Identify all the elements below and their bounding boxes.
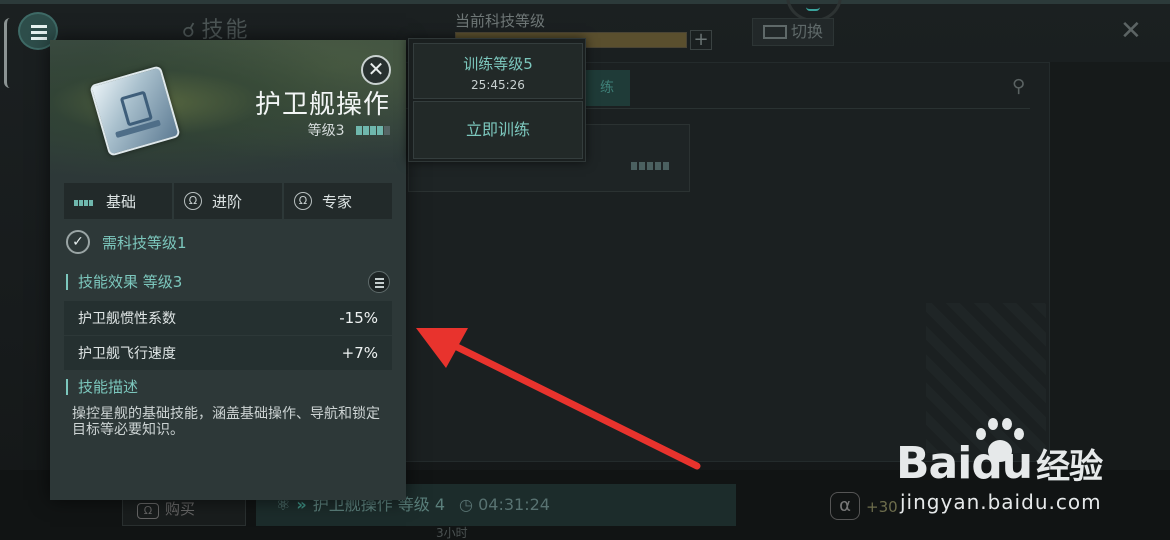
level-pip [377,126,383,135]
skill-tier-tabs: 基础 Ω 进阶 Ω 专家 [64,183,392,219]
requirement-text: 需科技等级1 [102,233,187,252]
queue-time-value: 04:31:24 [478,495,550,514]
level-pips-icon [74,192,94,210]
effect-value: -15% [339,309,378,327]
watermark-url: jingyan.baidu.com [900,490,1102,514]
top-border [0,0,1170,4]
effect-value: +7% [341,344,378,362]
queue-time: ◷ 04:31:24 [459,495,550,514]
tab-basic[interactable]: 基础 [64,183,172,219]
switch-view-label: 切换 [791,22,824,41]
level-pip [384,126,390,135]
search-icon[interactable]: ⚲ [1012,76,1025,97]
effects-title: 技能效果 等级3 [66,274,182,290]
train-now-button[interactable]: 立即训练 [413,101,583,159]
skill-description: 操控星舰的基础技能，涵盖基础操作、导航和锁定目标等必要知识。 [72,406,380,438]
left-edge-handle [4,18,12,88]
baidu-watermark: Baidu 经验 jingyan.baidu.com [896,416,1156,526]
skill-category-tab[interactable]: 练 [584,70,630,106]
effect-row: 护卫舰惯性系数 -15% [64,301,392,335]
skill-name: 护卫舰操作 [254,90,390,120]
effect-name: 护卫舰飞行速度 [78,346,176,362]
watermark-logo: Baidu 经验 [896,438,1103,489]
close-icon[interactable]: ✕ [1120,18,1142,44]
tab-expert-label: 专家 [322,192,353,211]
omega-icon: Ω [184,192,202,210]
tab-basic-label: 基础 [106,192,137,211]
level-pip [356,126,362,135]
logo-du: du [971,438,1033,489]
skill-tree-icon: ☌ [182,18,198,42]
switch-view-button[interactable]: 切换 [752,18,834,46]
buy-label: 购买 [165,500,196,518]
alpha-bonus: +30 [866,498,898,516]
train-level-label: 训练等级5 [463,55,533,73]
level-pip [363,126,369,135]
alpha-icon[interactable]: α [830,492,860,520]
logo-cn: 经验 [1036,447,1103,487]
tech-level-plus-button[interactable]: + [690,30,712,50]
list-icon[interactable] [368,271,390,293]
train-level-button[interactable]: 训练等级5 25:45:26 [413,43,583,99]
training-popup: 训练等级5 25:45:26 立即训练 [408,38,586,162]
tech-level-label: 当前科技等级 [455,12,546,30]
skill-detail-popup: ✕ 护卫舰操作 等级3 基础 Ω 进阶 Ω 专家 ✓ 需科技等级1 技能效果 等… [50,40,406,500]
level-pip [370,126,376,135]
effect-row: 护卫舰飞行速度 +7% [64,336,392,370]
grid-icon [763,25,787,39]
close-icon: ✕ [367,57,385,81]
skill-level-text: 等级3 [307,123,345,139]
queue-duration: 3小时 [436,526,468,540]
logo-text: Bai [896,438,972,489]
description-title: 技能描述 [66,379,138,395]
omega-icon: Ω [294,192,312,210]
effect-name: 护卫舰惯性系数 [78,311,176,327]
popup-close-button[interactable]: ✕ [361,55,391,85]
tab-expert[interactable]: Ω 专家 [284,183,392,219]
skill-level: 等级3 [308,120,390,140]
tab-advanced-label: 进阶 [212,192,243,211]
skill-card-level-pips [629,155,669,174]
skill-level-pips [355,123,390,139]
omega-icon: Ω [137,503,159,519]
right-strip [1050,62,1170,472]
requirement: ✓ 需科技等级1 [66,230,187,254]
tab-advanced[interactable]: Ω 进阶 [174,183,282,219]
check-icon: ✓ [66,230,90,254]
train-level-time: 25:45:26 [471,78,525,92]
